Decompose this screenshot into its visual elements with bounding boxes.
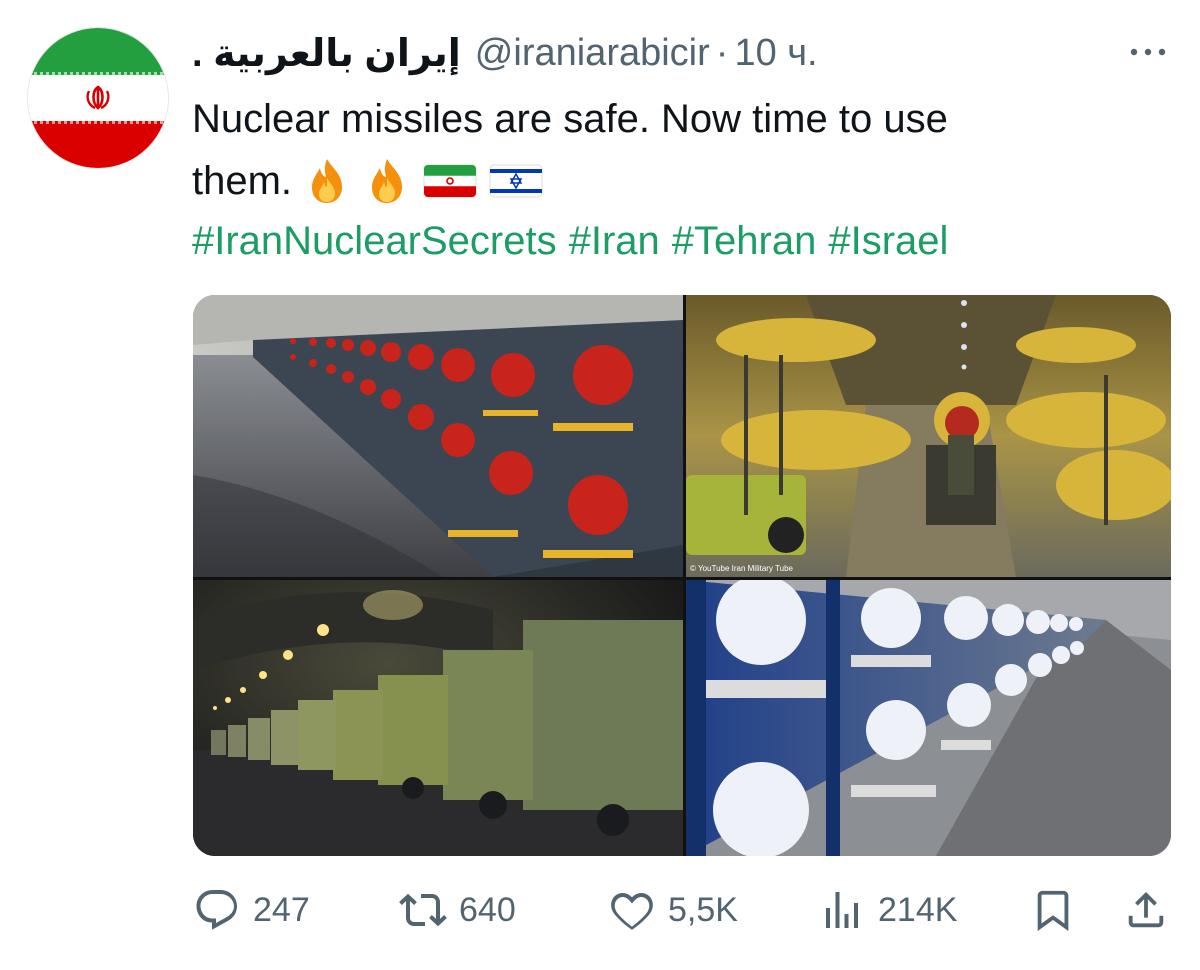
photo-4[interactable] (686, 580, 1171, 856)
more-icon (1130, 48, 1166, 56)
tweet-header: إيران بالعربية . @iraniarabicir · 10 ч. (192, 28, 1170, 78)
separator-dot: · (715, 31, 729, 74)
retweet-icon (399, 893, 447, 927)
reply-icon (196, 890, 237, 930)
retweet-count: 640 (459, 890, 516, 929)
tweet-line-2: them. (192, 150, 1152, 212)
flag-trim-top (28, 72, 168, 76)
tweet-line-1: Nuclear missiles are safe. Now time to u… (192, 97, 948, 141)
bookmark-icon (1037, 890, 1069, 931)
display-name[interactable]: إيران بالعربية . (192, 31, 461, 76)
tweet-line-2-text: them. (192, 159, 293, 203)
reply-button[interactable]: 247 (193, 880, 310, 940)
views-icon (826, 892, 858, 928)
fire-icon (302, 156, 352, 206)
like-icon (611, 892, 653, 930)
like-count: 5,5K (668, 890, 738, 929)
photo-watermark: © YouTube Iran Military Tube (690, 564, 794, 573)
iran-flag-icon (422, 161, 478, 201)
fire-icon (362, 156, 412, 206)
israel-flag-icon (488, 161, 544, 201)
share-button[interactable] (1123, 880, 1169, 940)
action-bar: 247 640 5,5K 214K (193, 880, 1171, 940)
retweet-button[interactable]: 640 (399, 880, 516, 940)
reply-count: 247 (253, 890, 310, 929)
hashtag-iran[interactable]: #Iran (569, 219, 660, 263)
flag-red-band (28, 121, 168, 168)
hashtags: #IranNuclearSecrets #Iran #Tehran #Israel (192, 210, 960, 272)
hashtag-tehran[interactable]: #Tehran (672, 219, 817, 263)
bookmark-button[interactable] (1030, 880, 1076, 940)
timestamp[interactable]: 10 ч. (734, 32, 817, 75)
avatar[interactable] (28, 28, 168, 168)
flag-green-band (28, 28, 168, 75)
iran-emblem-icon (86, 85, 110, 110)
tweet-text: Nuclear missiles are safe. Now time to u… (192, 88, 1152, 212)
like-button[interactable]: 5,5K (608, 880, 738, 940)
views-button[interactable]: 214K (818, 880, 957, 940)
photo-1[interactable] (193, 295, 683, 577)
handle[interactable]: @iraniarabicir (475, 32, 710, 75)
media-grid: © YouTube Iran Military Tube (193, 295, 1171, 856)
photo-3[interactable] (193, 580, 683, 856)
flag-trim-bottom (28, 120, 168, 124)
hashtag-israel[interactable]: #Israel (828, 219, 948, 263)
share-icon (1128, 891, 1164, 928)
more-button[interactable] (1126, 34, 1170, 70)
view-count: 214K (878, 890, 958, 929)
photo-2[interactable]: © YouTube Iran Military Tube (686, 295, 1171, 577)
hashtag-iran-nuclear-secrets[interactable]: #IranNuclearSecrets (192, 219, 557, 263)
